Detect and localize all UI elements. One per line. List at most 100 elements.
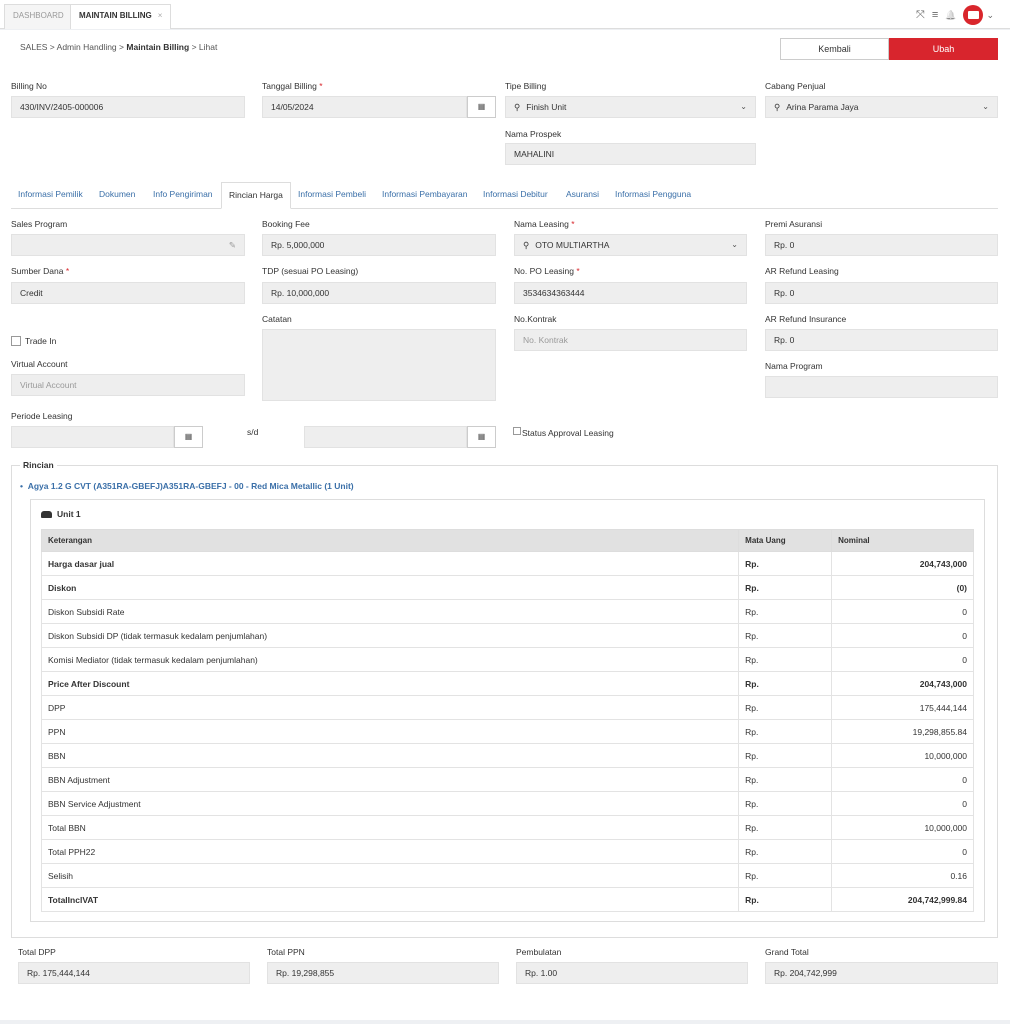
row-mata-uang: Rp. bbox=[738, 815, 833, 840]
label-text: Tanggal Billing bbox=[262, 81, 317, 91]
nama-leasing-select: ⚲ OTO MULTIARTHA ⌄ bbox=[514, 234, 747, 256]
tab-maintain-billing[interactable]: MAINTAIN BILLING × bbox=[70, 4, 172, 29]
tipe-billing-label: Tipe Billing bbox=[505, 81, 547, 91]
premi-asuransi-field: Rp. 0 bbox=[765, 234, 998, 256]
row-keterangan: Diskon Subsidi DP (tidak termasuk kedala… bbox=[40, 623, 740, 648]
tab-informasi-pengguna[interactable]: Informasi Pengguna bbox=[608, 182, 698, 209]
breadcrumb-admin-handling[interactable]: Admin Handling bbox=[57, 42, 117, 52]
avatar[interactable] bbox=[963, 5, 984, 25]
row-keterangan: Komisi Mediator (tidak termasuk kedalam … bbox=[40, 647, 740, 672]
row-keterangan: DPP bbox=[40, 695, 740, 720]
no-kontrak-field: No. Kontrak bbox=[514, 329, 747, 351]
periode-leasing-start bbox=[11, 426, 174, 448]
ar-refund-leasing-field: Rp. 0 bbox=[765, 282, 998, 304]
nama-leasing-value: OTO MULTIARTHA bbox=[535, 240, 610, 250]
rincian-table: Keterangan Mata Uang Nominal Harga dasar… bbox=[40, 529, 974, 912]
tab-label: MAINTAIN BILLING bbox=[79, 11, 152, 20]
tab-informasi-pemilik[interactable]: Informasi Pemilik bbox=[11, 182, 90, 209]
row-nominal: 10,000,000 bbox=[831, 743, 974, 768]
calendar-icon[interactable]: ▦ bbox=[467, 96, 496, 118]
nama-program-field bbox=[765, 376, 998, 398]
breadcrumb-separator: > bbox=[191, 42, 197, 52]
pembulatan-label: Pembulatan bbox=[516, 947, 562, 957]
table-row: Harga dasar jual Rp. 204,743,000 bbox=[40, 551, 974, 576]
tanggal-billing-field: 14/05/2024 bbox=[262, 96, 467, 118]
sumber-dana-label: Sumber Dana * bbox=[11, 266, 69, 276]
catatan-label: Catatan bbox=[262, 314, 292, 324]
unit-link[interactable]: • Agya 1.2 G CVT (A351RA-GBEFJ)A351RA-GB… bbox=[20, 481, 354, 491]
cabang-penjual-label: Cabang Penjual bbox=[765, 81, 826, 91]
rincian-table-body: Harga dasar jual Rp. 204,743,000 Diskon Rp.(… bbox=[40, 551, 974, 912]
table-row: Diskon Subsidi DP (tidak termasuk kedala… bbox=[40, 623, 974, 648]
calendar-icon[interactable]: ▦ bbox=[174, 426, 203, 448]
sumber-dana-field: Credit bbox=[11, 282, 245, 304]
row-mata-uang: Rp. bbox=[738, 623, 833, 648]
required-mark: * bbox=[571, 219, 575, 229]
row-keterangan: TotalInclVAT bbox=[40, 887, 740, 912]
cabang-penjual-select: ⚲ Arina Parama Jaya ⌄ bbox=[765, 96, 998, 118]
ubah-button[interactable]: Ubah bbox=[889, 38, 998, 60]
toolbar: ⤧ ≡ 🔔 ⌄ bbox=[916, 5, 994, 25]
tab-info-pengiriman[interactable]: Info Pengiriman bbox=[146, 182, 220, 209]
unit-box: Unit 1 Keterangan Mata Uang Nominal Harg… bbox=[30, 499, 985, 922]
tab-label: DASHBOARD bbox=[13, 11, 64, 20]
virtual-account-field: Virtual Account bbox=[11, 374, 245, 396]
tab-informasi-debitur[interactable]: Informasi Debitur bbox=[476, 182, 555, 209]
cabang-penjual-value: Arina Parama Jaya bbox=[786, 102, 859, 112]
tdp-field: Rp. 10,000,000 bbox=[262, 282, 496, 304]
nama-prospek-field: MAHALINI bbox=[505, 143, 756, 165]
bell-icon[interactable]: 🔔 bbox=[945, 10, 956, 21]
trade-in-checkbox[interactable] bbox=[11, 336, 21, 346]
booking-fee-label: Booking Fee bbox=[262, 219, 310, 229]
row-mata-uang: Rp. bbox=[738, 791, 833, 816]
chevron-down-icon: ⌄ bbox=[740, 102, 747, 111]
row-mata-uang: Rp. bbox=[738, 767, 833, 792]
breadcrumb-sales[interactable]: SALES bbox=[20, 42, 47, 52]
search-icon: ⚲ bbox=[514, 102, 521, 112]
breadcrumb-maintain-billing[interactable]: Maintain Billing bbox=[126, 42, 189, 52]
unit-title-text: Unit 1 bbox=[57, 509, 81, 519]
pencil-icon[interactable]: ✎ bbox=[229, 235, 236, 255]
row-mata-uang: Rp. bbox=[738, 887, 833, 912]
label-text: Sumber Dana bbox=[11, 266, 64, 276]
calendar-icon[interactable]: ▦ bbox=[467, 426, 496, 448]
tab-informasi-pembeli[interactable]: Informasi Pembeli bbox=[291, 182, 373, 209]
periode-leasing-end bbox=[304, 426, 467, 448]
row-nominal: 0 bbox=[831, 599, 974, 624]
tab-dokumen[interactable]: Dokumen bbox=[92, 182, 142, 209]
row-nominal: (0) bbox=[831, 575, 974, 600]
tipe-billing-value: Finish Unit bbox=[526, 102, 567, 112]
row-mata-uang: Rp. bbox=[738, 599, 833, 624]
row-nominal: 0 bbox=[831, 623, 974, 648]
ar-refund-insurance-field: Rp. 0 bbox=[765, 329, 998, 351]
table-row: Price After Discount Rp. 204,743,000 bbox=[40, 671, 974, 696]
sd-label: s/d bbox=[247, 427, 259, 437]
row-nominal: 204,743,000 bbox=[831, 551, 974, 576]
row-keterangan: Diskon Subsidi Rate bbox=[40, 599, 740, 624]
no-po-leasing-label: No. PO Leasing * bbox=[514, 266, 580, 276]
row-nominal: 0 bbox=[831, 791, 974, 816]
required-mark: * bbox=[65, 266, 70, 276]
table-header-row: Keterangan Mata Uang Nominal bbox=[40, 529, 974, 552]
label-text: No. PO Leasing bbox=[514, 266, 575, 276]
tab-asuransi[interactable]: Asuransi bbox=[559, 182, 606, 209]
nama-program-label: Nama Program bbox=[765, 361, 823, 371]
row-keterangan: Total BBN bbox=[40, 815, 740, 840]
expand-icon[interactable]: ⤧ bbox=[916, 9, 925, 22]
row-nominal: 10,000,000 bbox=[831, 815, 974, 840]
tab-informasi-pembayaran[interactable]: Informasi Pembayaran bbox=[375, 182, 475, 209]
tab-dashboard[interactable]: DASHBOARD bbox=[4, 4, 73, 29]
tab-rincian-harga[interactable]: Rincian Harga bbox=[221, 182, 291, 209]
row-mata-uang: Rp. bbox=[738, 671, 833, 696]
periode-leasing-label: Periode Leasing bbox=[11, 411, 73, 421]
rincian-fieldset: Rincian • Agya 1.2 G CVT (A351RA-GBEFJ)A… bbox=[11, 460, 998, 938]
row-keterangan: BBN bbox=[40, 743, 740, 768]
table-row: Selisih Rp. 0.16 bbox=[40, 863, 974, 888]
chevron-down-icon[interactable]: ⌄ bbox=[986, 10, 994, 21]
menu-icon[interactable]: ≡ bbox=[932, 9, 938, 21]
kembali-button[interactable]: Kembali bbox=[780, 38, 889, 60]
close-icon[interactable]: × bbox=[158, 11, 163, 20]
ar-refund-leasing-label: AR Refund Leasing bbox=[765, 266, 839, 276]
grand-total-field: Rp. 204,742,999 bbox=[765, 962, 998, 984]
status-approval-checkbox[interactable] bbox=[513, 427, 521, 435]
